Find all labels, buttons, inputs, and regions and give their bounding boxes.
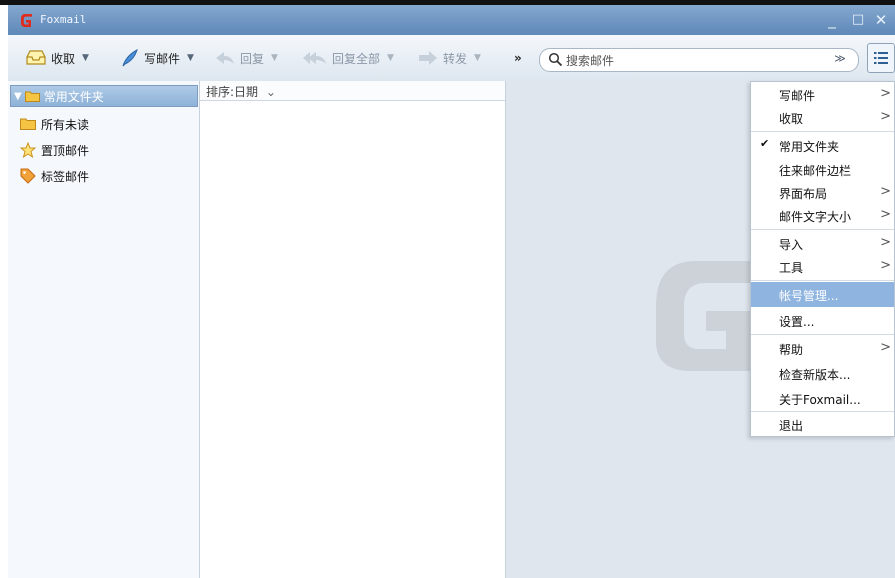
menu-item-label: 退出 <box>779 419 804 433</box>
menu-item-label: 关于Foxmail... <box>779 393 861 407</box>
menu-item-label: 设置... <box>779 315 815 329</box>
menu-item-account-management[interactable]: 帐号管理... <box>751 282 894 307</box>
menu-item-common-folders[interactable]: ✔ 常用文件夹 <box>751 133 894 158</box>
toolbar-overflow-button[interactable]: » <box>514 47 522 69</box>
sort-bar[interactable]: 排序:日期 ⌄ <box>200 81 505 101</box>
close-button[interactable]: ✕ <box>872 11 890 29</box>
menu-item-label: 往来邮件边栏 <box>779 164 852 178</box>
menu-item-label: 常用文件夹 <box>779 140 840 154</box>
mail-list-pane: 排序:日期 ⌄ <box>200 81 506 578</box>
menu-separator <box>751 334 894 335</box>
menu-item-help[interactable]: 帮助 > <box>751 336 894 361</box>
checkmark-icon: ✔ <box>760 137 770 150</box>
app-title: Foxmail <box>40 13 87 26</box>
compose-label: 写邮件 <box>144 51 181 66</box>
search-input[interactable] <box>564 51 828 70</box>
reply-all-button[interactable]: 回复全部 ▼ <box>302 47 394 69</box>
reply-all-label: 回复全部 <box>332 51 381 66</box>
menu-item-font-size[interactable]: 邮件文字大小 > <box>751 203 894 228</box>
submenu-chevron-icon: > <box>880 340 891 355</box>
compose-button[interactable]: 写邮件 ▼ <box>120 47 194 69</box>
compose-dropdown-icon[interactable]: ▼ <box>187 53 194 63</box>
sidebar-item-label: 所有未读 <box>41 117 90 132</box>
reply-arrow-icon <box>216 52 234 64</box>
sidebar-item-tagged[interactable]: 标签邮件 <box>20 166 89 186</box>
folder-icon <box>24 91 40 102</box>
sort-label[interactable]: 排序:日期 ⌄ <box>206 83 276 100</box>
submenu-chevron-icon: > <box>880 86 891 101</box>
inbox-tray-icon <box>26 50 46 65</box>
folder-group-common[interactable]: ▼ 常用文件夹 <box>10 85 198 107</box>
forward-dropdown-icon[interactable]: ▼ <box>474 53 481 63</box>
menu-item-label: 界面布局 <box>779 187 828 201</box>
menu-separator <box>751 229 894 230</box>
menu-item-exit[interactable]: 退出 <box>751 412 894 437</box>
menu-item-compose[interactable]: 写邮件 > <box>751 82 894 107</box>
submenu-chevron-icon: > <box>880 109 891 124</box>
foxmail-window: Foxmail _ □ ✕ 收取 ▼ 写邮件 ▼ 回复 ▼ 回复全部 ▼ 转发 … <box>0 0 895 578</box>
menu-item-label: 检查新版本... <box>779 368 851 382</box>
title-bar[interactable]: Foxmail _ □ ✕ <box>8 5 895 35</box>
receive-dropdown-icon[interactable]: ▼ <box>82 53 89 63</box>
menu-item-tools[interactable]: 工具 > <box>751 254 894 279</box>
menu-item-label: 写邮件 <box>779 89 816 103</box>
sort-label-text: 排序:日期 <box>206 85 259 99</box>
menu-item-label: 导入 <box>779 238 804 252</box>
submenu-chevron-icon: > <box>880 207 891 222</box>
menu-item-label: 帐号管理... <box>779 289 839 303</box>
menu-item-label: 帮助 <box>779 343 804 357</box>
folder-group-label: 常用文件夹 <box>43 89 104 104</box>
receive-label: 收取 <box>51 51 76 66</box>
menu-separator <box>751 131 894 132</box>
sidebar-item-pinned[interactable]: 置顶邮件 <box>20 140 89 160</box>
submenu-chevron-icon: > <box>880 184 891 199</box>
search-icon <box>548 52 563 67</box>
sidebar-item-label: 标签邮件 <box>41 169 90 184</box>
reply-button[interactable]: 回复 ▼ <box>214 47 278 69</box>
search-box[interactable]: ≫ <box>539 48 859 72</box>
submenu-chevron-icon: > <box>880 235 891 250</box>
menu-item-layout[interactable]: 界面布局 > <box>751 180 894 205</box>
menu-item-receive[interactable]: 收取 > <box>751 105 894 130</box>
menu-item-about[interactable]: 关于Foxmail... <box>751 386 894 411</box>
forward-arrow-icon <box>419 51 437 65</box>
search-options-icon[interactable]: ≫ <box>828 50 852 68</box>
minimize-button[interactable]: _ <box>823 11 841 29</box>
menu-item-settings[interactable]: 设置... <box>751 308 894 333</box>
menu-item-import[interactable]: 导入 > <box>751 231 894 256</box>
reply-dropdown-icon[interactable]: ▼ <box>271 53 278 63</box>
sidebar-item-label: 置顶邮件 <box>41 143 90 158</box>
reply-all-dropdown-icon[interactable]: ▼ <box>387 53 394 63</box>
foxmail-logo-icon <box>21 14 32 27</box>
menu-item-label: 邮件文字大小 <box>779 210 852 224</box>
menu-separator <box>751 280 894 281</box>
main-dropdown-menu: 写邮件 > 收取 > ✔ 常用文件夹 往来邮件边栏 界面布局 > 邮件文字大小 > 导入 >… <box>750 81 895 437</box>
menu-item-label: 收取 <box>779 112 804 126</box>
reply-all-arrow-icon <box>303 52 326 64</box>
sidebar-item-unread[interactable]: 所有未读 <box>20 114 89 134</box>
collapse-triangle-icon[interactable]: ▼ <box>14 91 22 102</box>
feather-pen-icon <box>122 48 138 67</box>
menu-item-contacts-sidebar[interactable]: 往来邮件边栏 <box>751 157 894 182</box>
main-menu-button[interactable] <box>867 43 895 73</box>
menu-item-check-update[interactable]: 检查新版本... <box>751 361 894 386</box>
star-icon <box>20 142 36 158</box>
forward-button[interactable]: 转发 ▼ <box>417 47 481 69</box>
forward-label: 转发 <box>443 51 468 66</box>
maximize-button[interactable]: □ <box>849 11 867 29</box>
menu-item-label: 工具 <box>779 261 804 275</box>
sort-chevron-icon: ⌄ <box>265 85 276 99</box>
submenu-chevron-icon: > <box>880 258 891 273</box>
folder-sidebar: ▼ 常用文件夹 所有未读 置顶邮件 标签邮件 <box>8 81 200 578</box>
main-toolbar: 收取 ▼ 写邮件 ▼ 回复 ▼ 回复全部 ▼ 转发 ▼ » 搜索邮件 ≫ <box>8 35 895 82</box>
tag-icon <box>20 168 36 184</box>
reply-label: 回复 <box>240 51 265 66</box>
menu-list-icon <box>874 52 888 64</box>
folder-icon <box>20 118 36 130</box>
receive-button[interactable]: 收取 ▼ <box>25 47 89 69</box>
